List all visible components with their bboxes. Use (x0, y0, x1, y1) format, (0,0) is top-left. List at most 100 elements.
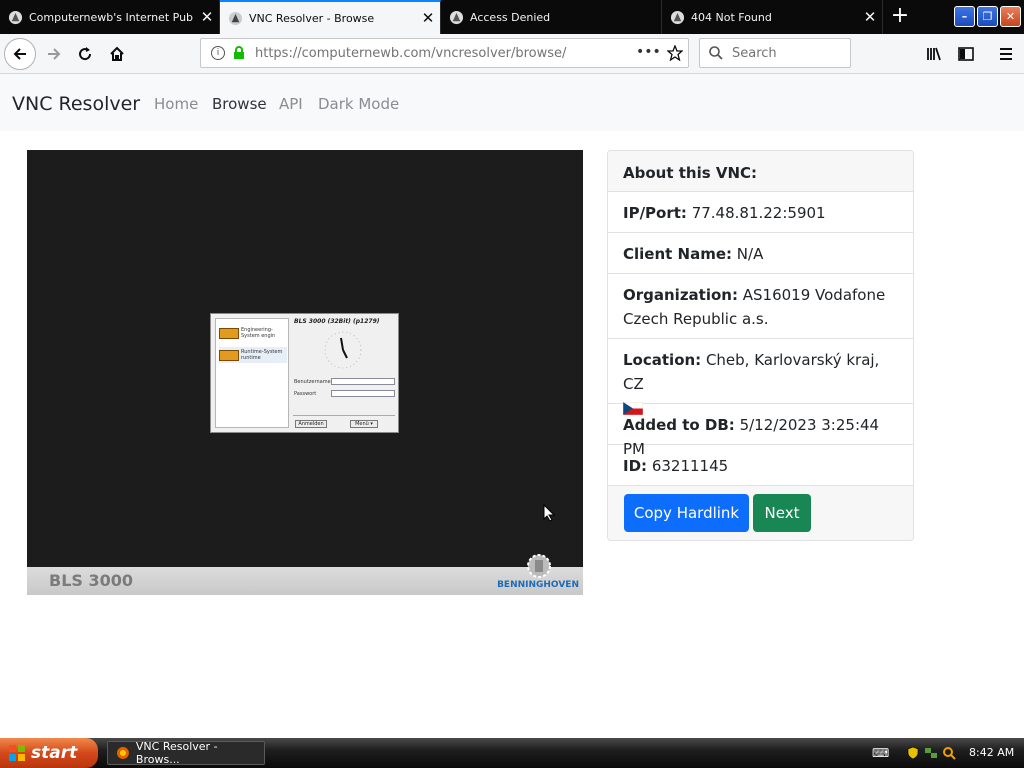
url-path: /vncresolver/browse/ (431, 45, 567, 61)
vnc-favicon-icon (670, 10, 685, 24)
info-row-client: Client Name: N/A (608, 233, 913, 274)
url-bar[interactable]: i https://computernewb.com/vncresolver/b… (200, 38, 689, 68)
vnc-screenshot-image: Engineering-System engin Runtime-System … (27, 150, 583, 595)
url-text: https://computernewb.com/vncresolver/bro… (255, 46, 566, 61)
remote-footer-title: BLS 3000 (49, 571, 134, 590)
site-brand[interactable]: VNC Resolver (12, 93, 140, 115)
maximize-window-icon[interactable]: ❐ (977, 6, 998, 27)
remote-list-label: Runtime-System runtime (241, 349, 283, 361)
sidebar-toggle-icon[interactable] (950, 38, 982, 70)
ip-label: IP/Port: (623, 204, 687, 222)
vnc-favicon-icon (449, 10, 464, 24)
keyboard-icon[interactable]: ⌨ (872, 746, 889, 760)
vnc-favicon-icon (8, 10, 23, 24)
forward-arrow-icon[interactable] (38, 38, 70, 70)
home-icon[interactable] (101, 38, 133, 70)
taskbar-item-browser[interactable]: VNC Resolver - Brows... (107, 740, 265, 766)
org-label: Organization: (623, 286, 738, 304)
url-host: https://computernewb.com (255, 45, 432, 61)
remote-login-window: Engineering-System engin Runtime-System … (210, 313, 399, 433)
nav-link-dark-mode[interactable]: Dark Mode (318, 95, 399, 113)
windows-logo-icon (9, 745, 25, 761)
search-placeholder: Search (732, 45, 777, 61)
info-icon[interactable]: i (211, 46, 225, 60)
lock-icon (234, 46, 244, 59)
card-footer: Copy Hardlink Next (608, 486, 913, 540)
library-icon[interactable] (918, 38, 950, 70)
tab-label: Access Denied (470, 10, 551, 24)
tab-access-denied[interactable]: Access Denied (441, 0, 662, 34)
copy-hardlink-button[interactable]: Copy Hardlink (624, 494, 749, 532)
tab-label: 404 Not Found (691, 10, 772, 24)
next-button[interactable]: Next (753, 494, 811, 532)
remote-password-field (331, 390, 395, 397)
remote-footer-bar: BLS 3000 BENNINGHOVEN (27, 554, 583, 595)
reload-icon[interactable] (69, 38, 101, 70)
minimize-window-icon[interactable]: – (954, 6, 975, 27)
tab-404[interactable]: 404 Not Found ✕ (662, 0, 883, 34)
info-row-added: Added to DB: 5/12/2023 3:25:44 PM (608, 404, 913, 458)
id-value: 63211145 (651, 457, 729, 475)
mouse-cursor-icon (543, 504, 555, 522)
ip-value: 77.48.81.22:5901 (691, 204, 826, 222)
remote-password-label: Passwort (294, 391, 317, 397)
close-tab-icon[interactable]: ✕ (195, 8, 219, 26)
remote-list-item: Engineering-System engin (219, 325, 287, 341)
nav-link-api[interactable]: API (279, 95, 303, 113)
benninghoven-logo-icon (527, 554, 551, 578)
remote-list-item: Runtime-System runtime (219, 347, 287, 363)
client-value: N/A (736, 245, 764, 263)
site-navbar: VNC Resolver Home Browse API Dark Mode (0, 74, 1024, 131)
menu-hamburger-icon[interactable] (990, 38, 1022, 70)
system-logo-icon (219, 349, 239, 361)
close-tab-icon[interactable]: ✕ (416, 9, 440, 27)
added-label: Added to DB: (623, 416, 735, 434)
vnc-info-card: About this VNC: IP/Port: 77.48.81.22:590… (607, 150, 914, 541)
remote-menu-button: Menü ▾ (350, 420, 378, 428)
back-arrow-icon[interactable] (4, 38, 36, 70)
info-row-id: ID: 63211145 (608, 445, 913, 486)
system-logo-icon (219, 327, 239, 339)
info-row-ip: IP/Port: 77.48.81.22:5901 (608, 192, 913, 233)
start-button[interactable]: start (0, 738, 98, 768)
page-actions-icon[interactable]: ••• (636, 44, 661, 60)
start-label: start (31, 743, 78, 763)
benninghoven-text: BENNINGHOVEN (497, 580, 579, 590)
bookmark-star-icon[interactable] (667, 45, 683, 61)
tab-vnc-resolver[interactable]: VNC Resolver - Browse ✕ (220, 0, 441, 34)
remote-login-button: Anmelden (295, 420, 327, 428)
location-label: Location: (623, 351, 702, 369)
search-input[interactable]: Search (699, 38, 851, 68)
firefox-icon (116, 747, 129, 759)
taskbar-item-label: VNC Resolver - Brows... (135, 740, 218, 766)
clock-icon (324, 331, 362, 369)
search-icon (709, 46, 723, 60)
tab-computernewb-hub[interactable]: Computernewb's Internet Pub Hu ✕ (0, 0, 220, 34)
nav-link-home[interactable]: Home (154, 95, 198, 113)
security-shield-icon[interactable] (906, 746, 920, 760)
browser-tab-strip: Computernewb's Internet Pub Hu ✕ VNC Res… (0, 0, 1024, 34)
info-row-location: Location: Cheb, Karlovarský kraj, CZ (608, 339, 913, 416)
close-tab-icon[interactable]: ✕ (858, 8, 882, 26)
info-row-organization: Organization: AS16019 Vodafone Czech Rep… (608, 274, 913, 339)
tab-label: Computernewb's Internet Pub Hu (29, 10, 195, 24)
remote-divider (293, 415, 395, 416)
vnc-favicon-icon (228, 11, 243, 25)
network-icon[interactable] (924, 746, 938, 760)
remote-username-label: Benutzername (294, 379, 331, 385)
nav-link-browse[interactable]: Browse (212, 95, 267, 113)
remote-username-field (331, 378, 395, 385)
id-label: ID: (623, 457, 648, 475)
close-window-icon[interactable]: ✕ (1000, 6, 1021, 27)
browser-nav-bar: i https://computernewb.com/vncresolver/b… (0, 34, 1024, 74)
taskbar-clock: 8:42 AM (969, 746, 1015, 759)
remote-list-label: Engineering-System engin (241, 327, 276, 339)
remote-login-title: BLS 3000 (32Bit) (p1279) (294, 318, 380, 325)
tab-label: VNC Resolver - Browse (249, 11, 375, 25)
os-taskbar: start VNC Resolver - Brows... ⌨ 8:42 AM (0, 738, 1024, 768)
new-tab-icon[interactable]: + (886, 2, 914, 30)
remote-system-list: Engineering-System engin Runtime-System … (215, 318, 289, 428)
search-tray-icon[interactable] (942, 746, 956, 760)
client-label: Client Name: (623, 245, 733, 263)
card-header: About this VNC: (608, 151, 913, 192)
